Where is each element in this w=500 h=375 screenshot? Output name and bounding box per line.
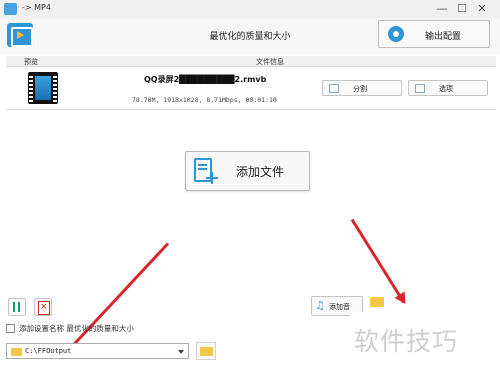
video-convert-icon [7,23,33,47]
split-label: 分割 [353,85,367,93]
add-bgm-label: 添加音 [329,303,350,311]
output-config-label: 输出配置 [425,32,462,42]
append-name-label: 添加设置名称 最优化的质量和大小 [19,324,134,333]
sort-icon[interactable] [8,298,26,316]
file-row[interactable]: QQ录屏2█████████2.rmvb 78.70M, 1918x1028, … [6,68,496,110]
folder-icon[interactable] [370,297,384,307]
folder-icon [11,348,22,356]
annotation-arrow-right [350,218,406,304]
column-file-info: 文件信息 [256,58,284,66]
title-bar: -> MP4 — ☐ ✕ [0,0,500,18]
window-title: -> MP4 [22,3,51,12]
destination-path: C:\FFOutput [25,347,72,355]
video-thumbnail-icon [28,72,58,104]
maximize-button[interactable]: ☐ [454,1,470,17]
annotation-arrow-left [60,242,170,359]
delete-icon[interactable] [34,298,52,316]
file-list-header: 预览 文件信息 [6,56,496,67]
options-button[interactable]: 选项 [408,80,488,96]
split-icon [329,84,339,93]
browse-folder-button[interactable] [196,342,216,360]
destination-select[interactable]: C:\FFOutput [6,343,189,359]
chevron-down-icon [178,350,184,354]
minimize-button[interactable]: — [434,1,450,17]
append-name-checkbox[interactable] [6,324,15,333]
column-preview: 预览 [24,58,38,66]
close-button[interactable]: ✕ [474,1,490,17]
app-icon [4,3,17,15]
header: 最优化的质量和大小 输出配置 [0,18,500,54]
gear-icon [388,26,404,42]
file-meta: 78.70M, 1918x1028, 8.71Mbps, 00:01:10 [132,96,277,104]
file-name: QQ录屏2█████████2.rmvb [144,75,267,84]
output-config-button[interactable]: 输出配置 [378,20,490,48]
plus-icon [206,172,218,184]
options-icon [415,84,425,93]
add-files-label: 添加文件 [236,165,285,179]
add-files-button[interactable]: 添加文件 [185,151,310,191]
split-button[interactable]: 分割 [322,80,402,96]
music-note-icon: ♫ [315,299,325,312]
watermark: 软件技巧 [354,327,459,356]
profile-title: 最优化的质量和大小 [209,32,291,42]
options-label: 选项 [439,85,453,93]
